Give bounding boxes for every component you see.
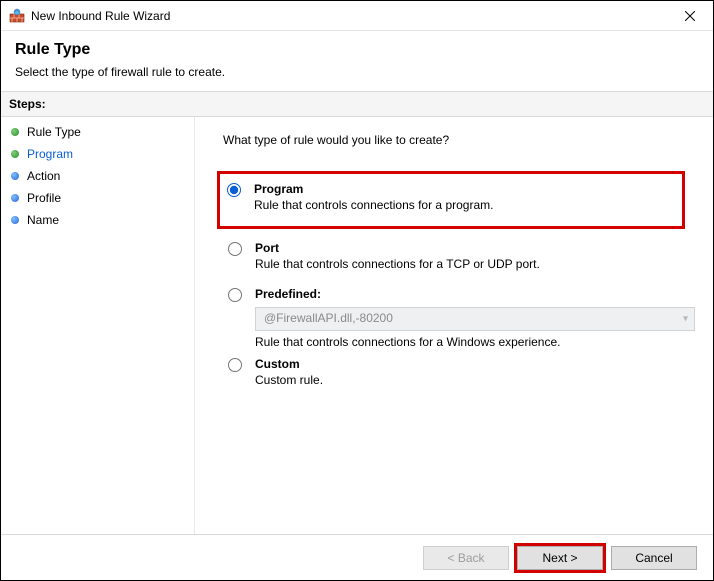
bullet-icon — [11, 216, 19, 224]
chevron-down-icon: ▾ — [683, 314, 688, 325]
option-label: Program — [254, 182, 493, 196]
bullet-icon — [11, 128, 19, 136]
step-label: Rule Type — [27, 125, 81, 139]
steps-label: Steps: — [1, 91, 713, 117]
steps-sidebar: Rule Type Program Action Profile Name — [1, 117, 195, 534]
option-port[interactable]: Port Rule that controls connections for … — [223, 235, 695, 281]
radio-port[interactable] — [228, 242, 242, 256]
page-subtitle: Select the type of firewall rule to crea… — [15, 65, 699, 79]
cancel-button[interactable]: Cancel — [611, 546, 697, 570]
close-icon — [685, 11, 695, 21]
step-label: Name — [27, 213, 59, 227]
radio-predefined[interactable] — [228, 288, 242, 302]
titlebar: New Inbound Rule Wizard — [1, 1, 713, 31]
bullet-icon — [11, 194, 19, 202]
radio-custom[interactable] — [228, 358, 242, 372]
option-custom[interactable]: Custom Custom rule. — [223, 351, 695, 397]
option-label: Custom — [255, 357, 323, 371]
highlight-program: Program Rule that controls connections f… — [217, 171, 685, 229]
option-desc: Rule that controls connections for a TCP… — [255, 257, 540, 271]
firewall-icon — [9, 8, 25, 24]
step-label: Profile — [27, 191, 61, 205]
option-label: Predefined: — [255, 287, 695, 301]
step-action[interactable]: Action — [1, 165, 194, 187]
option-desc: Rule that controls connections for a Win… — [255, 335, 695, 349]
step-rule-type[interactable]: Rule Type — [1, 121, 194, 143]
next-button[interactable]: Next > — [517, 546, 603, 570]
prompt-text: What type of rule would you like to crea… — [223, 133, 695, 147]
option-label: Port — [255, 241, 540, 255]
page-title: Rule Type — [15, 41, 699, 59]
wizard-header: Rule Type Select the type of firewall ru… — [1, 31, 713, 91]
radio-program[interactable] — [227, 183, 241, 197]
combo-value: @FirewallAPI.dll,-80200 — [264, 311, 393, 325]
step-label: Program — [27, 147, 73, 161]
step-name[interactable]: Name — [1, 209, 194, 231]
bullet-icon — [11, 172, 19, 180]
main-panel: What type of rule would you like to crea… — [195, 117, 713, 534]
wizard-footer: < Back Next > Cancel — [1, 534, 713, 580]
step-label: Action — [27, 169, 60, 183]
window-title: New Inbound Rule Wizard — [31, 9, 667, 23]
option-predefined[interactable]: Predefined: @FirewallAPI.dll,-80200 ▾ Ru… — [223, 281, 695, 351]
option-program[interactable]: Program Rule that controls connections f… — [222, 176, 676, 222]
option-desc: Custom rule. — [255, 373, 323, 387]
step-program[interactable]: Program — [1, 143, 194, 165]
bullet-icon — [11, 150, 19, 158]
back-button: < Back — [423, 546, 509, 570]
predefined-combo: @FirewallAPI.dll,-80200 ▾ — [255, 307, 695, 331]
step-profile[interactable]: Profile — [1, 187, 194, 209]
option-desc: Rule that controls connections for a pro… — [254, 198, 493, 212]
close-button[interactable] — [667, 1, 713, 31]
